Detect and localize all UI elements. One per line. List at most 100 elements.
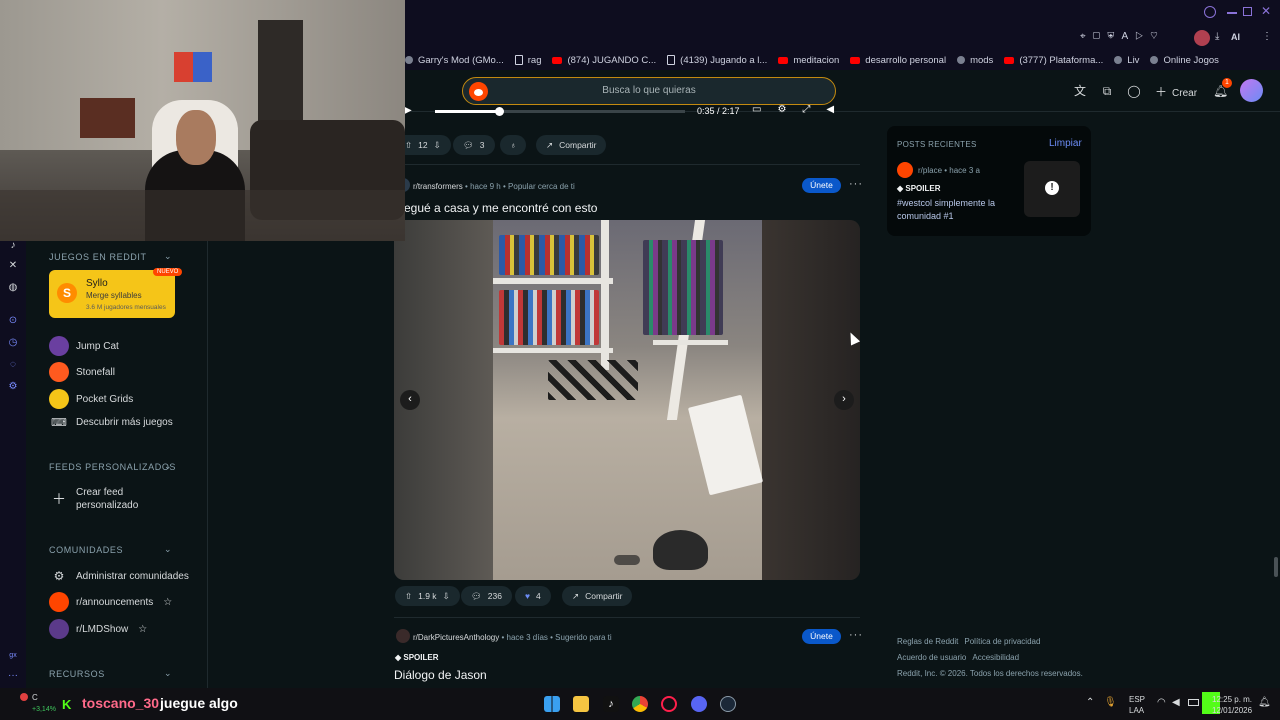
footer-link-agreement[interactable]: Acuerdo de usuario xyxy=(897,653,966,662)
scrollbar-thumb[interactable] xyxy=(1274,557,1278,577)
bookmark-item[interactable]: rag xyxy=(514,55,541,66)
volume-icon[interactable]: ◀ xyxy=(1172,697,1180,708)
translate-icon[interactable]: 文 xyxy=(1073,84,1087,98)
create-feed-item[interactable]: ＋ Crear feed personalizado xyxy=(49,486,146,512)
bookmark-item[interactable]: Garry's Mod (GMo... xyxy=(405,55,504,66)
resources-section-title[interactable]: RECURSOS xyxy=(49,669,105,679)
search-tab-icon[interactable] xyxy=(1204,6,1216,18)
recent-subreddit[interactable]: r/place xyxy=(918,166,942,175)
chevron-down-icon[interactable]: ⌄ xyxy=(164,251,172,262)
discover-games-item[interactable]: ⌨ Descubrir más juegos xyxy=(49,416,173,429)
translate-icon[interactable]: A xyxy=(1121,31,1135,42)
more-icon[interactable]: ··· xyxy=(7,670,19,682)
post2-more-icon[interactable]: ··· xyxy=(849,629,863,641)
footer-link-rules[interactable]: Reglas de Reddit xyxy=(897,637,958,646)
game-item[interactable]: Pocket Grids xyxy=(49,389,133,409)
downvote-icon[interactable]: ⇩ xyxy=(434,140,441,151)
bookmark-item[interactable]: (3777) Plataforma... xyxy=(1004,55,1103,66)
create-button[interactable]: ＋ Crear xyxy=(1155,83,1197,100)
caption-icon[interactable]: ▭ xyxy=(752,104,777,115)
bookmark-item[interactable]: Liv xyxy=(1114,55,1139,66)
post1-join-button[interactable]: Únete xyxy=(802,178,841,193)
gx-icon[interactable]: gx xyxy=(7,650,19,662)
game-item[interactable]: Jump Cat xyxy=(49,336,119,356)
bookmark-item[interactable]: mods xyxy=(957,55,993,66)
footer-link-privacy[interactable]: Política de privacidad xyxy=(964,637,1040,646)
carousel-prev-button[interactable]: ‹ xyxy=(400,390,420,410)
recent-post-title[interactable]: #westcol simplemente la comunidad #1 xyxy=(897,197,1017,223)
steam-icon[interactable] xyxy=(720,696,736,712)
opera-gx-icon[interactable] xyxy=(661,696,677,712)
post1-image[interactable] xyxy=(493,220,764,580)
star-icon[interactable]: ☆ xyxy=(163,597,172,608)
messages-icon[interactable]: ◌ xyxy=(7,359,19,371)
lang-bottom[interactable]: LAA xyxy=(1129,706,1144,715)
pin-icon[interactable]: ⌖ xyxy=(1080,31,1093,42)
bookmark-item[interactable]: (4139) Jugando a l... xyxy=(667,55,767,66)
user-avatar[interactable] xyxy=(1240,79,1263,102)
minimize-icon[interactable] xyxy=(1227,12,1237,14)
download-icon[interactable]: ⤓ xyxy=(1215,31,1219,42)
profile-avatar[interactable] xyxy=(1194,30,1210,46)
tray-chevron-icon[interactable]: ⌃ xyxy=(1086,697,1094,708)
downvote-icon[interactable]: ⇩ xyxy=(443,591,450,602)
rplace-avatar[interactable] xyxy=(897,162,913,178)
menu-icon[interactable]: ⋮ xyxy=(1262,31,1272,42)
post0-share-button[interactable]: ↗ Compartir xyxy=(536,135,607,155)
add-panel-icon[interactable]: ⊙ xyxy=(7,315,19,327)
bookmark-item[interactable]: Online Jogos xyxy=(1150,55,1219,66)
feeds-section-title[interactable]: FEEDS PERSONALIZADOS xyxy=(49,462,176,472)
post1-awards-button[interactable]: ♥ 4 xyxy=(515,586,551,606)
chat-icon[interactable]: ◯ xyxy=(1127,84,1141,98)
post2-subreddit-avatar[interactable] xyxy=(396,629,410,643)
post2-title[interactable]: Diálogo de Jason xyxy=(394,668,487,682)
ai-button[interactable]: AI xyxy=(1231,32,1240,42)
bookmark-item[interactable]: meditacion xyxy=(778,55,839,66)
bookmark-item[interactable]: desarrollo personal xyxy=(850,55,946,66)
screenshot-icon[interactable]: ▢ xyxy=(1093,31,1108,42)
video-scrubber[interactable] xyxy=(495,107,504,116)
communities-section-title[interactable]: COMUNIDADES xyxy=(49,545,123,555)
stock-widget[interactable]: C +3,14% xyxy=(18,691,62,717)
chevron-down-icon[interactable]: ⌄ xyxy=(164,668,172,679)
battery-icon[interactable] xyxy=(1188,699,1199,706)
post1-comments-button[interactable]: 💬︎ 236 xyxy=(461,586,512,606)
community-item[interactable]: r/LMDShow ☆ xyxy=(49,619,147,639)
settings-icon[interactable]: ⚙ xyxy=(777,104,802,115)
discord-icon[interactable]: ◍ xyxy=(7,282,19,294)
advertise-icon[interactable]: ⧉ xyxy=(1100,84,1114,98)
featured-game-card[interactable]: S Syllo Merge syllables 3.6 M jugadores … xyxy=(49,268,183,318)
post1-title[interactable]: egué a casa y me encontré con esto xyxy=(404,201,597,215)
post1-subreddit[interactable]: r/transformers xyxy=(413,182,463,191)
volume-icon[interactable]: ◀ xyxy=(826,104,850,115)
search-input[interactable]: Busca lo que quieras xyxy=(462,77,836,105)
carousel-next-button[interactable]: › xyxy=(834,390,854,410)
upvote-icon[interactable]: ⇧ xyxy=(405,140,412,151)
history-icon[interactable]: ◷ xyxy=(7,337,19,349)
post2-join-button[interactable]: Únete xyxy=(802,629,841,644)
page-scrollbar[interactable] xyxy=(1272,112,1280,688)
tiktok-icon[interactable]: ♪ xyxy=(603,696,619,712)
clock-date[interactable]: 12/01/2026 xyxy=(1212,706,1252,715)
post1-media-carousel[interactable]: ‹ › xyxy=(394,220,860,580)
heart-icon[interactable]: ♡ xyxy=(1150,31,1165,42)
close-icon[interactable]: ✕ xyxy=(1261,4,1271,18)
game-item[interactable]: Stonefall xyxy=(49,362,115,382)
chevron-down-icon[interactable]: ⌄ xyxy=(164,461,172,472)
community-item[interactable]: r/announcements ☆ xyxy=(49,592,172,612)
notification-bell-icon[interactable]: 🔔︎ xyxy=(1258,697,1271,708)
chrome-icon[interactable] xyxy=(632,696,648,712)
recent-thumbnail[interactable]: ! xyxy=(1024,161,1080,217)
manage-communities-item[interactable]: ⚙ Administrar comunidades xyxy=(49,569,189,583)
video-play-icon[interactable]: ▶ xyxy=(404,105,412,116)
x-icon[interactable]: ✕ xyxy=(7,260,19,272)
fullscreen-icon[interactable]: ⤢ xyxy=(802,104,826,115)
post1-share-button[interactable]: ↗ Compartir xyxy=(562,586,633,606)
bookmark-item[interactable]: (874) JUGANDO C... xyxy=(552,55,656,66)
post2-subreddit[interactable]: r/DarkPicturesAnthology xyxy=(413,633,499,642)
post0-award-button[interactable]: ♁ xyxy=(500,135,526,155)
upvote-icon[interactable]: ⇧ xyxy=(405,591,412,602)
shield-icon[interactable]: ⛨ xyxy=(1107,31,1121,42)
discord-icon[interactable] xyxy=(691,696,707,712)
wifi-icon[interactable]: ◠ xyxy=(1157,697,1166,708)
